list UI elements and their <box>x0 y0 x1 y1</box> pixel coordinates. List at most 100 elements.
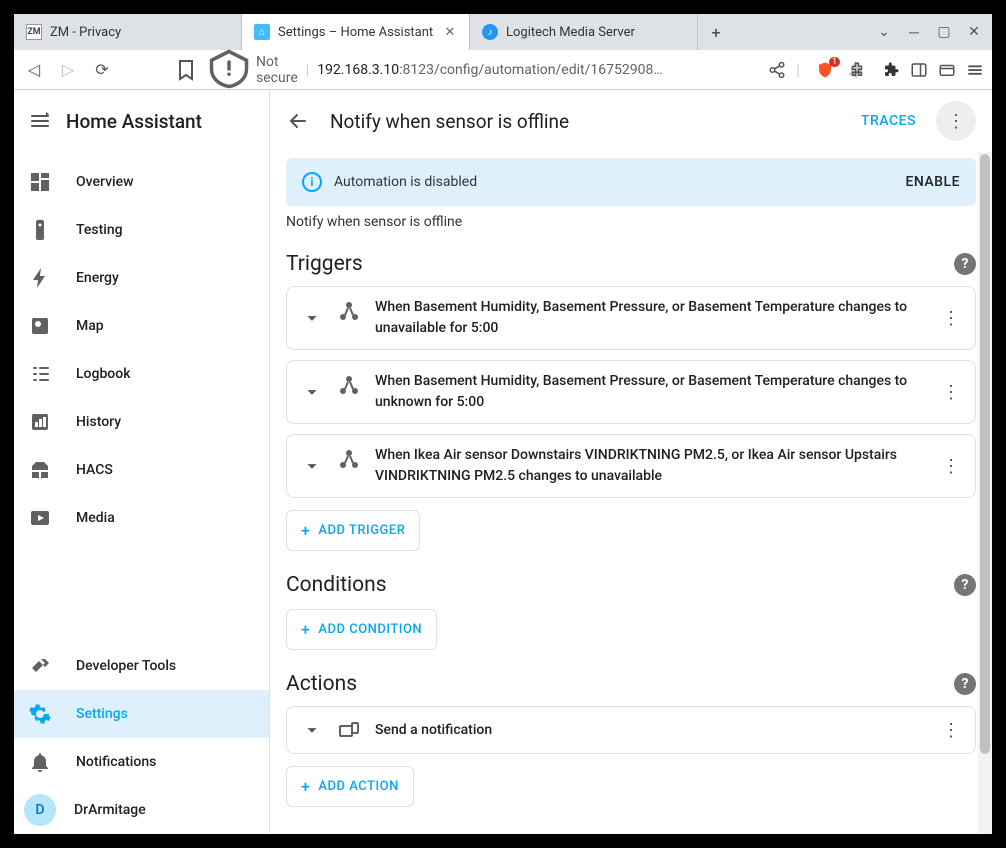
user-avatar: D <box>24 794 56 826</box>
map-icon <box>28 314 52 338</box>
sidebar-item-label: HACS <box>76 462 113 478</box>
chevron-down-icon[interactable] <box>301 381 323 403</box>
browser-tab[interactable]: ⌂ Settings – Home Assistant ✕ <box>242 14 470 50</box>
notification-action-icon <box>337 719 361 743</box>
chart-icon <box>28 410 52 434</box>
add-condition-button[interactable]: + ADD CONDITION <box>286 609 437 650</box>
tab-label: Settings – Home Assistant <box>278 25 435 40</box>
share-icon[interactable] <box>768 61 786 79</box>
remote-icon <box>28 218 52 242</box>
puzzle-icon[interactable] <box>882 61 900 79</box>
tab-label: Logitech Media Server <box>506 25 685 40</box>
browser-window: ZM ZM - Privacy ⌂ Settings – Home Assist… <box>14 14 992 834</box>
scrollbar-thumb[interactable] <box>980 154 990 754</box>
sidebar-item-settings[interactable]: Settings <box>14 690 269 738</box>
sidebar-item-developer-tools[interactable]: Developer Tools <box>14 642 269 690</box>
brave-shield-icon[interactable] <box>816 61 834 79</box>
state-trigger-icon <box>337 373 361 397</box>
sidebar-item-overview[interactable]: Overview <box>14 158 269 206</box>
browser-address-bar: ◁ ▷ ⟳ Not secure | 192.168.3.10:8123/con… <box>14 50 992 90</box>
wallet-icon[interactable] <box>938 61 956 79</box>
plus-icon: + <box>301 521 310 540</box>
sidebar-item-label: Energy <box>76 270 119 286</box>
card-menu-icon[interactable]: ⋮ <box>941 456 961 477</box>
add-trigger-button[interactable]: + ADD TRIGGER <box>286 510 420 551</box>
overflow-menu-button[interactable]: ⋮ <box>936 101 976 141</box>
trigger-description: When Basement Humidity, Basement Pressur… <box>375 371 927 413</box>
close-window-icon[interactable]: ✕ <box>966 24 982 40</box>
banner-text: Automation is disabled <box>334 174 893 190</box>
extension-icon[interactable] <box>848 61 866 79</box>
add-action-button[interactable]: + ADD ACTION <box>286 766 414 807</box>
bookmark-icon[interactable] <box>174 58 198 82</box>
back-arrow-icon[interactable] <box>286 109 310 133</box>
chevron-down-icon[interactable]: ⌄ <box>876 24 892 40</box>
card-menu-icon[interactable]: ⋮ <box>941 308 961 329</box>
action-card[interactable]: Send a notification ⋮ <box>286 706 976 754</box>
browser-tab[interactable]: ZM ZM - Privacy <box>14 14 242 50</box>
url-bar[interactable]: Not secure | 192.168.3.10:8123/config/au… <box>208 48 786 90</box>
section-title: Conditions <box>286 573 954 597</box>
sidebar-item-notifications[interactable]: Notifications <box>14 738 269 786</box>
user-name: DrArmitage <box>74 802 146 818</box>
home-assistant-app: Home Assistant Overview Testing Energy <box>14 90 992 834</box>
sidebar-item-history[interactable]: History <box>14 398 269 446</box>
new-tab-button[interactable]: + <box>698 14 734 50</box>
page-header: Notify when sensor is offline TRACES ⋮ <box>270 90 992 152</box>
sidebar-item-label: History <box>76 414 121 430</box>
info-icon: i <box>302 172 322 192</box>
chevron-down-icon[interactable] <box>301 719 323 741</box>
triggers-section-header: Triggers ? <box>286 252 976 276</box>
scrollbar[interactable] <box>978 152 992 834</box>
app-title: Home Assistant <box>66 110 202 133</box>
maximize-icon[interactable]: ▢ <box>936 24 952 40</box>
chevron-down-icon[interactable] <box>301 307 323 329</box>
content-area: i Automation is disabled ENABLE Notify w… <box>270 152 992 834</box>
trigger-card[interactable]: When Basement Humidity, Basement Pressur… <box>286 286 976 350</box>
sidebar-item-label: Logbook <box>76 366 131 382</box>
sidebar-item-energy[interactable]: Energy <box>14 254 269 302</box>
sidebar-item-label: Developer Tools <box>76 658 176 674</box>
trigger-description: When Ikea Air sensor Downstairs VINDRIKT… <box>375 445 927 487</box>
trigger-card[interactable]: When Basement Humidity, Basement Pressur… <box>286 360 976 424</box>
reload-icon[interactable]: ⟳ <box>90 58 114 82</box>
sidebar-item-label: Testing <box>76 222 123 238</box>
card-menu-icon[interactable]: ⋮ <box>941 720 961 741</box>
minimize-icon[interactable]: ─ <box>906 24 922 40</box>
sidebar-item-label: Overview <box>76 174 133 190</box>
trigger-description: When Basement Humidity, Basement Pressur… <box>375 297 927 339</box>
menu-icon[interactable] <box>966 61 984 79</box>
actions-section-header: Actions ? <box>286 672 976 696</box>
trigger-card[interactable]: When Ikea Air sensor Downstairs VINDRIKT… <box>286 434 976 498</box>
hammer-icon <box>28 654 52 678</box>
ha-favicon: ⌂ <box>254 24 270 40</box>
sidebar-item-hacs[interactable]: HACS <box>14 446 269 494</box>
card-menu-icon[interactable]: ⋮ <box>941 382 961 403</box>
browser-tab-bar: ZM ZM - Privacy ⌂ Settings – Home Assist… <box>14 14 992 50</box>
gear-icon <box>28 702 52 726</box>
traces-link[interactable]: TRACES <box>861 113 916 129</box>
sidebar-item-user[interactable]: D DrArmitage <box>14 786 269 834</box>
sidepanel-icon[interactable] <box>910 61 928 79</box>
main-content: Notify when sensor is offline TRACES ⋮ i… <box>270 90 992 834</box>
bell-icon <box>28 750 52 774</box>
sidebar-item-label: Notifications <box>76 754 156 770</box>
sidebar-item-testing[interactable]: Testing <box>14 206 269 254</box>
browser-tab[interactable]: ♪ Logitech Media Server <box>470 14 698 50</box>
collapse-sidebar-icon[interactable] <box>28 109 52 133</box>
help-icon[interactable]: ? <box>954 253 976 275</box>
help-icon[interactable]: ? <box>954 574 976 596</box>
sidebar-header: Home Assistant <box>14 90 269 152</box>
sidebar-item-map[interactable]: Map <box>14 302 269 350</box>
back-icon[interactable]: ◁ <box>22 58 46 82</box>
hacs-icon <box>28 458 52 482</box>
help-icon[interactable]: ? <box>954 673 976 695</box>
page-title: Notify when sensor is offline <box>330 110 841 133</box>
sidebar-item-logbook[interactable]: Logbook <box>14 350 269 398</box>
enable-button[interactable]: ENABLE <box>905 174 960 190</box>
section-title: Triggers <box>286 252 954 276</box>
close-tab-icon[interactable]: ✕ <box>443 25 457 39</box>
chevron-down-icon[interactable] <box>301 455 323 477</box>
sidebar-item-media[interactable]: Media <box>14 494 269 542</box>
security-indicator[interactable]: Not secure <box>208 48 298 90</box>
